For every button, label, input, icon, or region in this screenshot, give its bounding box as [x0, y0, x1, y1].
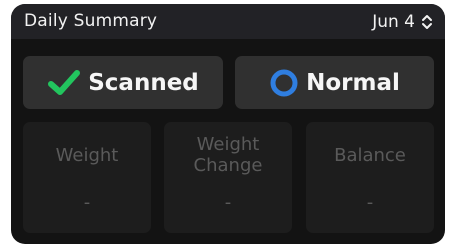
- date-label: Jun 4: [372, 12, 415, 32]
- date-selector[interactable]: Jun 4: [372, 10, 435, 34]
- card-title: Daily Summary: [24, 11, 158, 31]
- balance-value: -: [366, 192, 374, 213]
- chevron-up-icon[interactable]: [421, 13, 433, 22]
- daily-summary-card: Daily Summary Jun 4 Scanned Normal Weigh…: [11, 4, 445, 244]
- weight-change-label: Weight Change: [193, 134, 263, 176]
- chevron-down-icon[interactable]: [421, 22, 433, 31]
- balance-label: Balance: [334, 145, 406, 166]
- normal-label: Normal: [306, 69, 400, 96]
- weight-metric: Weight -: [23, 122, 151, 233]
- weight-change-value: -: [224, 192, 232, 213]
- card-header: Daily Summary Jun 4: [11, 4, 445, 39]
- weight-label: Weight: [55, 145, 119, 166]
- weight-change-metric: Weight Change -: [164, 122, 292, 233]
- weight-value: -: [83, 192, 91, 213]
- scanned-label: Scanned: [88, 69, 199, 96]
- checkmark-icon: [48, 69, 81, 95]
- date-stepper[interactable]: [421, 10, 435, 34]
- balance-metric: Balance -: [306, 122, 434, 233]
- scanned-status-button[interactable]: Scanned: [23, 56, 223, 109]
- normal-status-button[interactable]: Normal: [235, 56, 434, 109]
- ring-icon: [270, 69, 298, 96]
